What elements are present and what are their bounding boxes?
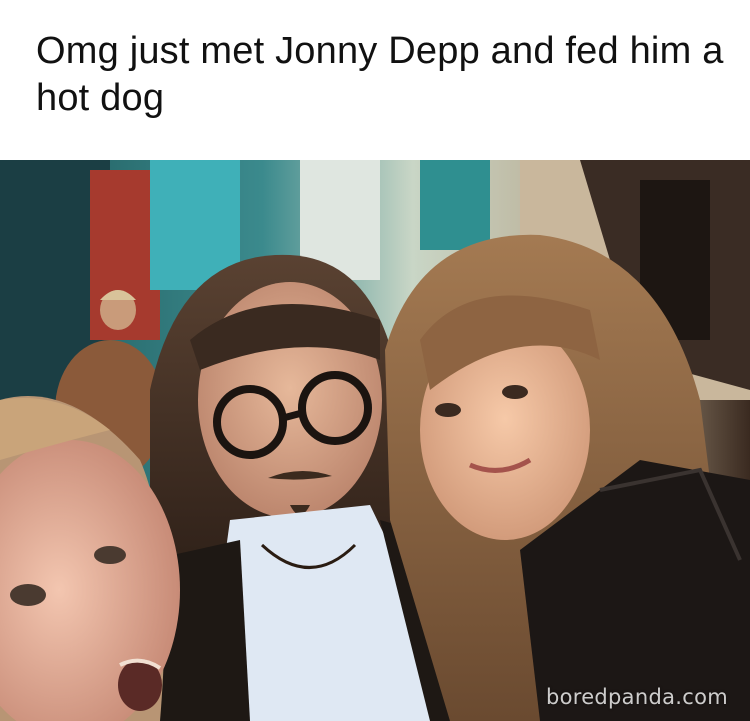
post-caption: Omg just met Jonny Depp and fed him a ho… (36, 30, 724, 119)
photo-illustration (0, 160, 750, 721)
selfie-photo: boredpanda.com (0, 160, 750, 721)
watermark: boredpanda.com (545, 685, 728, 709)
